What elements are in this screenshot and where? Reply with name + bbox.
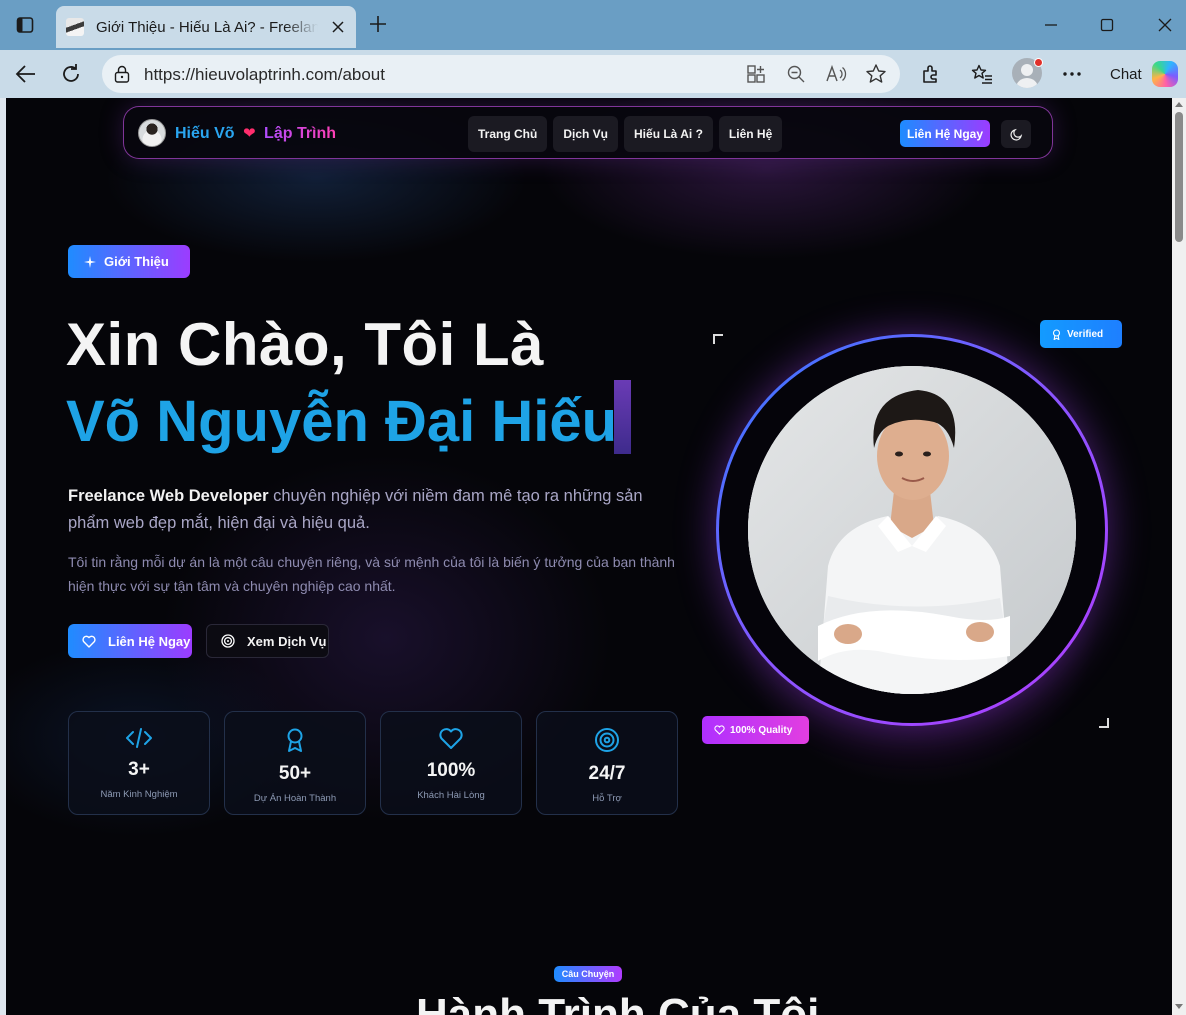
page-scrollbar[interactable]	[1172, 98, 1186, 1015]
site-logo[interactable]: Hiếu Võ ❤ Lập Trình	[138, 119, 336, 147]
favorite-star-icon[interactable]	[864, 62, 888, 86]
extensions-icon[interactable]	[917, 60, 945, 88]
scroll-up-arrow-icon[interactable]	[1175, 102, 1183, 107]
verified-badge: Verified	[1040, 320, 1122, 348]
nav-link-home[interactable]: Trang Chủ	[468, 116, 548, 152]
page-viewport: Hiếu Võ ❤ Lập Trình Trang Chủ Dịch Vụ Hi…	[6, 98, 1172, 1015]
new-tab-plus-icon[interactable]	[366, 12, 390, 36]
stat-card-satisfaction: 100% Khách Hài Lòng	[380, 711, 522, 815]
heart-icon	[439, 728, 463, 749]
notification-dot	[1034, 58, 1043, 67]
maximize-icon[interactable]	[1092, 10, 1122, 40]
stat-card-experience: 3+ Năm Kinh Nghiệm	[68, 711, 210, 815]
code-icon	[126, 728, 152, 748]
browser-titlebar: Giới Thiệu - Hiếu Là Ai? - Freelancer	[0, 0, 1186, 50]
scroll-down-arrow-icon[interactable]	[1175, 1004, 1183, 1009]
stat-card-support: 24/7 Hỗ Trợ	[536, 711, 678, 815]
award-icon	[287, 728, 303, 752]
story-section-title: Hành Trình Của Tôi	[416, 990, 820, 1015]
stat-label: Năm Kinh Nghiệm	[100, 789, 178, 800]
contact-now-label: Liên Hệ Ngay	[108, 633, 191, 649]
back-arrow-icon[interactable]	[12, 60, 40, 88]
stat-value: 3+	[128, 759, 150, 780]
target-icon	[595, 728, 619, 752]
window-close-icon[interactable]	[1150, 10, 1180, 40]
lock-icon[interactable]	[112, 64, 132, 84]
favorites-list-icon[interactable]	[968, 60, 996, 88]
nav-link-about[interactable]: Hiếu Là Ai ?	[624, 116, 713, 152]
heart-icon	[714, 725, 725, 735]
nav-link-services[interactable]: Dịch Vụ	[553, 116, 619, 152]
nav-links: Trang Chủ Dịch Vụ Hiếu Là Ai ? Liên Hệ	[468, 116, 783, 152]
stat-value: 50+	[278, 763, 312, 784]
chat-button[interactable]: Chat	[1100, 57, 1180, 91]
stat-label: Khách Hài Lòng	[417, 790, 485, 801]
logo-heart-icon: ❤	[243, 124, 256, 142]
sparkle-icon	[84, 255, 96, 268]
site-navbar: Hiếu Võ ❤ Lập Trình Trang Chủ Dịch Vụ Hi…	[123, 106, 1053, 159]
stat-label: Hỗ Trợ	[592, 793, 622, 804]
intro-badge-label: Giới Thiệu	[104, 254, 169, 269]
nav-link-contact[interactable]: Liên Hệ	[718, 116, 783, 152]
tab-favicon-icon	[66, 18, 84, 36]
logo-text-part1: Hiếu Võ	[175, 124, 235, 142]
refresh-icon[interactable]	[57, 60, 85, 88]
hero-description: Freelance Web Developer chuyên nghiệp vớ…	[68, 483, 658, 537]
url-text[interactable]: https://hieuvolaptrinh.com/about	[144, 65, 385, 85]
stat-card-projects: 50+ Dự Án Hoàn Thành	[224, 711, 366, 815]
sidebar-toggle-icon[interactable]	[14, 14, 36, 36]
stat-label: Dự Án Hoàn Thành	[253, 793, 337, 804]
frame-corner	[1099, 718, 1109, 728]
contact-now-button[interactable]: Liên Hệ Ngay	[68, 624, 192, 658]
logo-text: Hiếu Võ ❤ Lập Trình	[175, 124, 336, 143]
hero-mission: Tôi tin rằng mỗi dự án là một câu chuyện…	[68, 554, 675, 594]
address-bar[interactable]: https://hieuvolaptrinh.com/about	[102, 55, 900, 93]
award-icon	[1052, 328, 1061, 340]
chat-label: Chat	[1110, 65, 1142, 83]
minimize-icon[interactable]	[1036, 10, 1066, 40]
quality-badge: 100% Quality	[702, 716, 809, 744]
profile-photo	[748, 366, 1076, 694]
theme-toggle-moon-icon[interactable]	[1001, 120, 1031, 148]
logo-avatar	[138, 119, 166, 147]
hero-greeting: Xin Chào, Tôi Là	[66, 311, 545, 378]
tab-close-icon[interactable]	[330, 19, 346, 35]
frame-corner	[713, 334, 723, 344]
target-icon	[221, 634, 235, 648]
view-services-label: Xem Dịch Vụ	[247, 633, 327, 649]
verified-label: Verified	[1067, 328, 1104, 340]
read-aloud-icon[interactable]	[824, 62, 848, 86]
view-services-button[interactable]: Xem Dịch Vụ	[206, 624, 329, 658]
stat-value: 24/7	[588, 763, 626, 784]
quality-label: 100% Quality	[730, 724, 793, 736]
heart-icon	[82, 635, 96, 648]
browser-tab-active[interactable]: Giới Thiệu - Hiếu Là Ai? - Freelancer	[56, 6, 356, 48]
hero-role: Freelance Web Developer	[68, 487, 269, 505]
copilot-icon	[1151, 61, 1178, 87]
stat-value: 100%	[426, 760, 476, 781]
hero-name: Võ Nguyễn Đại Hiếu	[66, 389, 618, 454]
story-badge: Câu Chuyện	[554, 966, 622, 982]
more-menu-icon[interactable]	[1058, 60, 1086, 88]
stats-row: 3+ Năm Kinh Nghiệm 50+ Dự Án Hoàn Thành …	[68, 711, 678, 815]
typing-caret	[614, 380, 631, 454]
scroll-thumb[interactable]	[1175, 112, 1183, 242]
nav-contact-button[interactable]: Liên Hệ Ngay	[900, 120, 990, 147]
app-available-icon[interactable]	[744, 62, 768, 86]
intro-badge: Giới Thiệu	[68, 245, 190, 278]
tab-title: Giới Thiệu - Hiếu Là Ai? - Freelancer	[96, 18, 318, 36]
zoom-out-icon[interactable]	[784, 62, 808, 86]
logo-text-part2: Lập Trình	[264, 124, 337, 142]
browser-toolbar: https://hieuvolaptrinh.com/about Chat	[0, 50, 1186, 98]
